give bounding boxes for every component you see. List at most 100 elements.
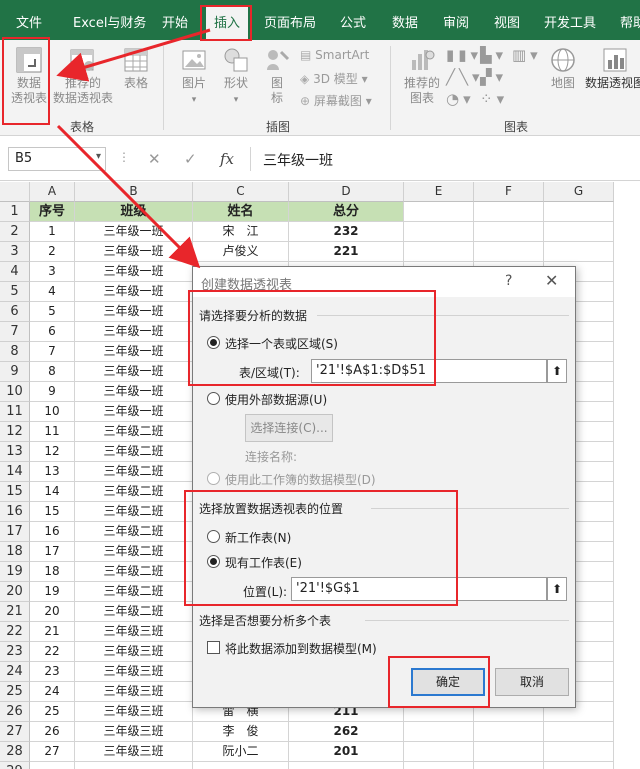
line-chart-button[interactable]: ╱╲▾ bbox=[446, 68, 484, 86]
empty-cell[interactable] bbox=[474, 742, 544, 762]
data-cell[interactable]: 19 bbox=[30, 582, 75, 602]
row-header[interactable]: 4 bbox=[0, 262, 30, 282]
data-cell[interactable]: 三年级二班 bbox=[75, 422, 193, 442]
data-cell[interactable]: 三年级三班 bbox=[75, 642, 193, 662]
row-header[interactable]: 26 bbox=[0, 702, 30, 722]
range-collapse-icon[interactable]: ⬆ bbox=[547, 359, 567, 383]
radio-existing-worksheet[interactable] bbox=[207, 555, 220, 568]
row-header[interactable]: 11 bbox=[0, 402, 30, 422]
tab-2[interactable]: 开始 bbox=[162, 12, 188, 32]
row-header[interactable]: 12 bbox=[0, 422, 30, 442]
data-cell[interactable]: 三年级三班 bbox=[75, 742, 193, 762]
row-header[interactable]: 13 bbox=[0, 442, 30, 462]
data-cell[interactable]: 9 bbox=[30, 382, 75, 402]
maps-button[interactable]: 地图 bbox=[546, 46, 580, 91]
location-collapse-icon[interactable]: ⬆ bbox=[547, 577, 567, 601]
row-header[interactable]: 14 bbox=[0, 462, 30, 482]
data-cell[interactable]: 26 bbox=[30, 722, 75, 742]
formula-input[interactable]: 三年级一班 bbox=[250, 147, 640, 171]
shapes-button[interactable]: 形状 ▾ bbox=[218, 46, 254, 108]
tab-1[interactable]: Excel与财务 bbox=[73, 12, 146, 32]
data-cell[interactable]: 16 bbox=[30, 522, 75, 542]
empty-cell[interactable] bbox=[474, 722, 544, 742]
hierarchy-chart-button[interactable]: ▙▾ bbox=[480, 46, 507, 64]
data-cell[interactable]: 17 bbox=[30, 542, 75, 562]
data-cell[interactable]: 三年级三班 bbox=[75, 622, 193, 642]
data-cell[interactable]: 12 bbox=[30, 442, 75, 462]
data-cell[interactable]: 25 bbox=[30, 702, 75, 722]
waterfall-chart-button[interactable]: ▞▾ bbox=[480, 68, 507, 86]
data-cell[interactable]: 阮小二 bbox=[193, 742, 289, 762]
header-cell[interactable]: 班级 bbox=[75, 202, 193, 222]
row-header[interactable]: 20 bbox=[0, 582, 30, 602]
tab-6[interactable]: 数据 bbox=[392, 12, 418, 32]
empty-cell[interactable] bbox=[544, 242, 614, 262]
empty-cell[interactable] bbox=[75, 762, 193, 769]
data-cell[interactable]: 三年级一班 bbox=[75, 342, 193, 362]
data-cell[interactable]: 1 bbox=[30, 222, 75, 242]
empty-cell[interactable] bbox=[474, 762, 544, 769]
row-header[interactable]: 27 bbox=[0, 722, 30, 742]
column-header[interactable]: A bbox=[30, 182, 75, 202]
radio-external-source[interactable] bbox=[207, 392, 220, 405]
row-header[interactable]: 2 bbox=[0, 222, 30, 242]
data-cell[interactable]: 三年级一班 bbox=[75, 282, 193, 302]
header-cell[interactable]: 姓名 bbox=[193, 202, 289, 222]
data-cell[interactable]: 13 bbox=[30, 462, 75, 482]
cancel-entry-icon[interactable]: ✕ bbox=[148, 150, 161, 168]
column-chart-button[interactable]: ▮▮▾ bbox=[446, 46, 482, 64]
empty-cell[interactable] bbox=[404, 202, 474, 222]
row-header[interactable]: 21 bbox=[0, 602, 30, 622]
row-header[interactable]: 16 bbox=[0, 502, 30, 522]
tab-0[interactable]: 文件 bbox=[16, 12, 42, 32]
data-cell[interactable]: 李 俊 bbox=[193, 722, 289, 742]
row-header[interactable]: 24 bbox=[0, 662, 30, 682]
column-header[interactable]: F bbox=[474, 182, 544, 202]
recommended-charts-button[interactable]: 推荐的 图表 bbox=[402, 46, 442, 106]
data-cell[interactable]: 三年级一班 bbox=[75, 222, 193, 242]
data-cell[interactable]: 15 bbox=[30, 502, 75, 522]
row-header[interactable]: 17 bbox=[0, 522, 30, 542]
empty-cell[interactable] bbox=[474, 222, 544, 242]
add-to-data-model-checkbox[interactable] bbox=[207, 641, 220, 654]
data-cell[interactable]: 2 bbox=[30, 242, 75, 262]
range-input[interactable]: '21'!$A$1:$D$51 bbox=[311, 359, 547, 383]
data-cell[interactable]: 三年级一班 bbox=[75, 362, 193, 382]
radio-data-model[interactable] bbox=[207, 472, 220, 485]
empty-cell[interactable] bbox=[404, 222, 474, 242]
smartart-button[interactable]: ▤ SmartArt bbox=[300, 48, 369, 62]
row-header[interactable]: 10 bbox=[0, 382, 30, 402]
data-cell[interactable]: 三年级一班 bbox=[75, 382, 193, 402]
data-cell[interactable]: 三年级三班 bbox=[75, 682, 193, 702]
data-cell[interactable]: 三年级三班 bbox=[75, 702, 193, 722]
data-cell[interactable]: 三年级二班 bbox=[75, 462, 193, 482]
data-cell[interactable]: 三年级三班 bbox=[75, 722, 193, 742]
data-cell[interactable]: 3 bbox=[30, 262, 75, 282]
tab-5[interactable]: 公式 bbox=[340, 12, 366, 32]
header-cell[interactable]: 序号 bbox=[30, 202, 75, 222]
header-cell[interactable]: 总分 bbox=[289, 202, 404, 222]
row-header[interactable]: 8 bbox=[0, 342, 30, 362]
tab-10[interactable]: 帮助 bbox=[620, 12, 640, 32]
data-cell[interactable]: 三年级二班 bbox=[75, 582, 193, 602]
row-header[interactable]: 3 bbox=[0, 242, 30, 262]
data-cell[interactable]: 27 bbox=[30, 742, 75, 762]
row-header[interactable]: 23 bbox=[0, 642, 30, 662]
column-header[interactable]: E bbox=[404, 182, 474, 202]
recommended-pivot-button[interactable]: 推荐的 数据透视表 bbox=[52, 46, 114, 106]
empty-cell[interactable] bbox=[289, 762, 404, 769]
data-cell[interactable]: 三年级一班 bbox=[75, 262, 193, 282]
data-cell[interactable]: 221 bbox=[289, 242, 404, 262]
row-header[interactable]: 28 bbox=[0, 742, 30, 762]
choose-connection-button[interactable]: 选择连接(C)... bbox=[245, 414, 333, 442]
data-cell[interactable]: 三年级一班 bbox=[75, 402, 193, 422]
screenshot-button[interactable]: ⊕ 屏幕截图 ▾ bbox=[300, 92, 372, 109]
row-header[interactable]: 6 bbox=[0, 302, 30, 322]
data-cell[interactable]: 20 bbox=[30, 602, 75, 622]
pie-chart-button[interactable]: ◔▾ bbox=[446, 90, 475, 108]
empty-cell[interactable] bbox=[544, 222, 614, 242]
icons-button[interactable]: 图 标 bbox=[262, 46, 292, 106]
insert-function-icon[interactable]: fx bbox=[220, 150, 234, 168]
name-box[interactable]: B5 ▾ bbox=[8, 147, 106, 171]
data-cell[interactable]: 5 bbox=[30, 302, 75, 322]
